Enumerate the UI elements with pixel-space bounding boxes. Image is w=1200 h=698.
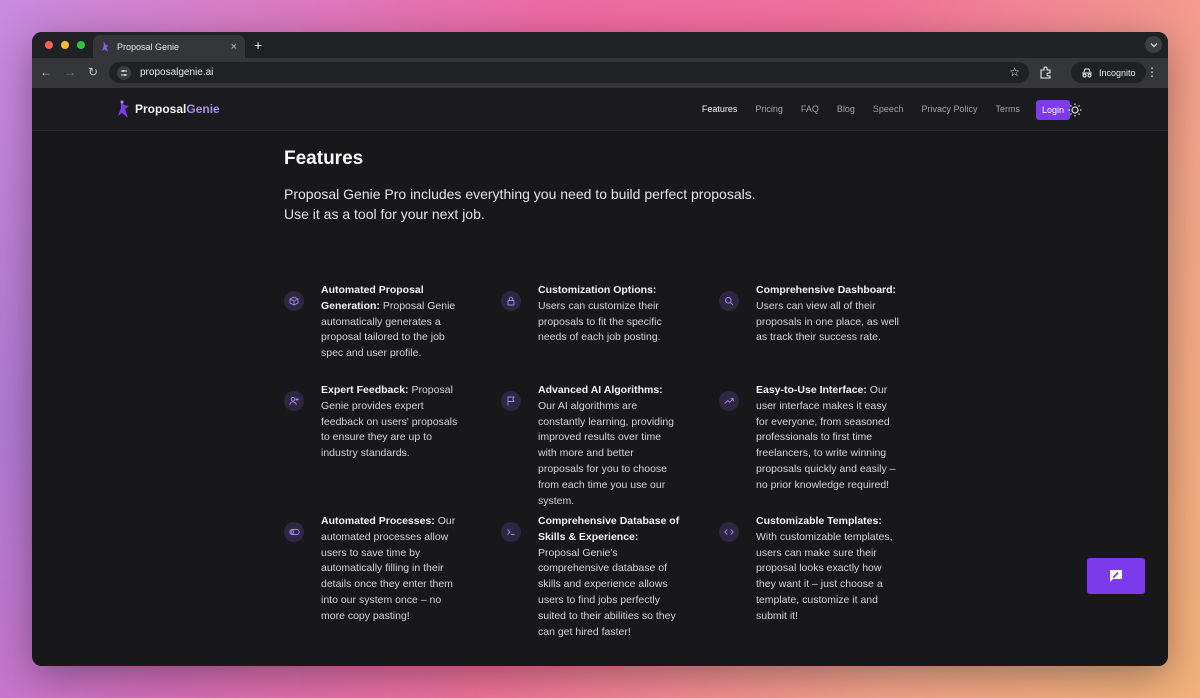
nav-pricing[interactable]: Pricing (755, 99, 783, 120)
feature-item: Automated Proposal Generation: Proposal … (284, 283, 464, 362)
feature-text: Customizable Templates: With customizabl… (756, 514, 899, 625)
nav-blog[interactable]: Blog (837, 99, 855, 120)
nav-terms[interactable]: Terms (995, 99, 1020, 120)
feature-text: Easy-to-Use Interface: Our user interfac… (756, 383, 899, 494)
search-icon (719, 291, 739, 311)
trending-up-icon (719, 391, 739, 411)
feature-item: Comprehensive Dashboard: Users can view … (719, 283, 899, 346)
page-title: Features (284, 148, 364, 169)
feature-text: Automated Proposal Generation: Proposal … (321, 283, 464, 362)
toggle-icon (284, 522, 304, 542)
site-info-icon[interactable] (117, 65, 131, 80)
flag-icon (501, 391, 521, 411)
nav-speech[interactable]: Speech (873, 99, 904, 120)
web-page: Proposal Genie Features Pricing FAQ Blog … (32, 88, 1168, 666)
feature-text: Comprehensive Database of Skills & Exper… (538, 514, 681, 640)
login-button[interactable]: Login (1035, 99, 1070, 120)
feature-title: Customization Options: (538, 284, 657, 296)
feature-title: Comprehensive Database of Skills & Exper… (538, 515, 680, 543)
cube-icon (284, 291, 304, 311)
chevron-down-icon (1150, 42, 1157, 47)
browser-menu-icon[interactable]: ⋮ (1146, 65, 1158, 79)
nav-features[interactable]: Features (702, 99, 738, 120)
feature-item: Advanced AI Algorithms: Our AI algorithm… (501, 383, 681, 509)
feature-text: Comprehensive Dashboard: Users can view … (756, 283, 899, 346)
window-controls (45, 41, 85, 49)
feature-text: Advanced AI Algorithms: Our AI algorithm… (538, 383, 681, 509)
bookmark-star-icon[interactable]: ☆ (1009, 65, 1020, 79)
page-lead: Proposal Genie Pro includes everything y… (284, 186, 756, 222)
feature-text: Automated Processes: Our automated proce… (321, 514, 464, 625)
lock-icon (501, 291, 521, 311)
feature-item: Customizable Templates: With customizabl… (719, 514, 899, 625)
nav-faq[interactable]: FAQ (801, 99, 819, 120)
close-window-button[interactable] (45, 41, 53, 49)
feature-description: Our automated processes allow users to s… (321, 515, 456, 622)
url-text: proposalgenie.ai (140, 67, 214, 78)
tab-strip: Proposal Genie × + (32, 32, 1168, 58)
feature-item: Easy-to-Use Interface: Our user interfac… (719, 383, 899, 494)
feature-description: Users can customize their proposals to f… (538, 299, 662, 344)
incognito-label: Incognito (1099, 67, 1136, 78)
minimize-window-button[interactable] (61, 41, 69, 49)
site-header: Proposal Genie Features Pricing FAQ Blog … (32, 88, 1168, 131)
site-logo[interactable]: Proposal Genie (116, 99, 220, 119)
genie-logo-icon (118, 100, 129, 118)
theme-toggle-sun-icon[interactable] (1068, 103, 1082, 117)
feature-title: Expert Feedback: (321, 384, 409, 396)
browser-tab[interactable]: Proposal Genie × (93, 35, 245, 58)
main-nav: Features Pricing FAQ Blog Speech Privacy… (684, 99, 1070, 120)
feature-item: Automated Processes: Our automated proce… (284, 514, 464, 625)
user-plus-icon (284, 391, 304, 411)
terminal-icon (501, 522, 521, 542)
feature-title: Easy-to-Use Interface: (756, 384, 867, 396)
feature-description: Our user interface makes it easy for eve… (756, 384, 896, 491)
feature-description: With customizable templates, users can m… (756, 530, 893, 622)
tab-close-icon[interactable]: × (231, 41, 237, 53)
code-icon (719, 522, 739, 542)
feature-title: Customizable Templates: (756, 515, 882, 527)
feature-item: Expert Feedback: Proposal Genie provides… (284, 383, 464, 462)
back-arrow-icon[interactable]: ← (38, 65, 54, 79)
incognito-indicator[interactable]: Incognito (1071, 62, 1146, 83)
tab-title: Proposal Genie (117, 41, 180, 52)
feedback-chat-button[interactable] (1087, 558, 1145, 594)
features-intro: Features Proposal Genie Pro includes eve… (284, 148, 924, 224)
nav-privacy-policy[interactable]: Privacy Policy (921, 99, 977, 120)
feature-title: Automated Processes: (321, 515, 435, 527)
logo-text-genie: Genie (186, 102, 220, 116)
logo-text-proposal: Proposal (135, 102, 187, 116)
feature-text: Customization Options: Users can customi… (538, 283, 681, 346)
maximize-window-button[interactable] (77, 41, 85, 49)
feature-description: Our AI algorithms are constantly learnin… (538, 399, 674, 507)
feature-item: Customization Options: Users can customi… (501, 283, 681, 346)
extensions-puzzle-icon[interactable] (1039, 66, 1053, 80)
reload-icon[interactable]: ↻ (85, 65, 101, 79)
feature-item: Comprehensive Database of Skills & Exper… (501, 514, 681, 640)
forward-arrow-icon[interactable]: → (62, 65, 78, 79)
address-bar[interactable]: proposalgenie.ai ☆ (109, 62, 1029, 83)
feature-text: Expert Feedback: Proposal Genie provides… (321, 383, 464, 462)
genie-favicon-icon (101, 41, 109, 52)
tab-search-button[interactable] (1145, 36, 1162, 53)
feature-title: Comprehensive Dashboard: (756, 284, 897, 296)
feature-description: Proposal Genie's comprehensive database … (538, 546, 676, 638)
feature-title: Advanced AI Algorithms: (538, 384, 663, 396)
browser-window: Proposal Genie × + ← → ↻ proposalgenie.a… (32, 32, 1168, 666)
new-tab-button[interactable]: + (254, 37, 262, 53)
incognito-icon (1082, 67, 1092, 77)
chat-message-icon (1110, 570, 1122, 582)
feature-description: Users can view all of their proposals in… (756, 299, 900, 344)
browser-toolbar: ← → ↻ proposalgenie.ai ☆ Incognito ⋮ (32, 58, 1168, 88)
